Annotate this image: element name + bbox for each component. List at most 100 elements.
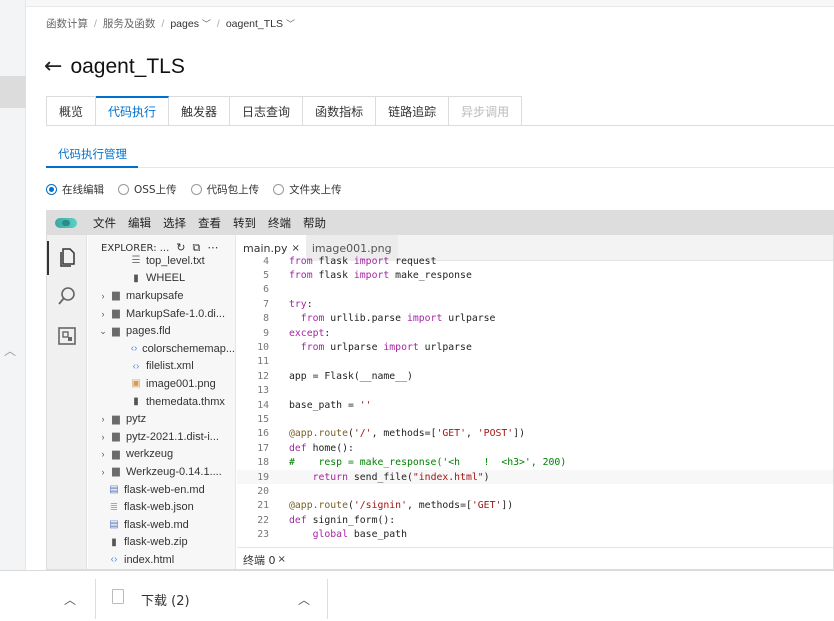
- downloads-label[interactable]: 下载 (2): [141, 590, 190, 609]
- search-icon[interactable]: [47, 279, 87, 313]
- breadcrumb-item-fc[interactable]: 函数计算: [46, 16, 88, 31]
- tab-logs[interactable]: 日志查询: [230, 96, 304, 126]
- divider: [95, 579, 96, 619]
- code-line[interactable]: 14 base_path = '': [237, 398, 833, 412]
- breadcrumb-item-services[interactable]: 服务及函数: [103, 16, 156, 31]
- tab-metrics[interactable]: 函数指标: [303, 96, 377, 126]
- tree-item[interactable]: ▮ WHEEL: [88, 270, 235, 288]
- tree-item[interactable]: ▮ flask-web.zip: [88, 534, 235, 552]
- code-text: except:: [289, 327, 331, 339]
- chevron-right-icon[interactable]: ›: [98, 449, 108, 459]
- code-line[interactable]: 20: [237, 484, 833, 498]
- tree-item[interactable]: ▤ flask-web-en.md: [88, 481, 235, 499]
- tree-item-label: pages.fld: [126, 325, 171, 338]
- chevron-up-icon[interactable]: ︿: [298, 591, 310, 608]
- chevron-right-icon[interactable]: ›: [98, 291, 108, 301]
- code-line[interactable]: 16 @app.route('/', methods=['GET', 'POST'…: [237, 427, 833, 441]
- chevron-up-icon[interactable]: ︿: [64, 591, 76, 608]
- tab-tracing[interactable]: 链路追踪: [376, 96, 450, 126]
- chevron-right-icon[interactable]: ›: [98, 414, 108, 424]
- breadcrumb-item-service: pages: [170, 18, 199, 30]
- menu-terminal[interactable]: 终端: [268, 215, 291, 231]
- chevron-down-icon[interactable]: ⌄: [98, 326, 108, 337]
- code-line[interactable]: 13: [237, 384, 833, 398]
- code-line[interactable]: 7 try:: [237, 297, 833, 311]
- page-title: oagent_TLS: [70, 55, 185, 78]
- chevron-right-icon[interactable]: ›: [98, 467, 108, 477]
- code-area[interactable]: 4 from flask import request 5 from flask im…: [237, 254, 833, 540]
- tree-item[interactable]: ⌄ ▆ pages.fld: [88, 322, 235, 340]
- code-line[interactable]: 19 return send_file("index.html"): [237, 469, 833, 485]
- close-icon[interactable]: ×: [291, 243, 299, 254]
- code-line[interactable]: 8 from urllib.parse import urlparse: [237, 312, 833, 326]
- collapse-all-icon[interactable]: ⧉: [193, 241, 201, 255]
- tree-item[interactable]: › ▆ werkzeug: [88, 446, 235, 464]
- tab-code[interactable]: 代码执行: [96, 96, 170, 126]
- code-line[interactable]: 21 @app.route('/signin', methods=['GET']): [237, 499, 833, 513]
- line-number: 9: [263, 327, 269, 339]
- tree-item[interactable]: › ▆ pytz: [88, 410, 235, 428]
- code-icon: ‹›: [130, 343, 138, 355]
- tree-item[interactable]: ‹› colorschememap...: [88, 340, 235, 358]
- line-number: 18: [257, 457, 269, 469]
- subtab-code-management[interactable]: 代码执行管理: [46, 146, 139, 166]
- chevron-right-icon[interactable]: ›: [98, 309, 108, 319]
- editor-tab-label: image001.png: [311, 241, 392, 255]
- tree-item[interactable]: ▮ themedata.thmx: [88, 393, 235, 411]
- code-line[interactable]: 5 from flask import make_response: [237, 268, 833, 282]
- chevron-right-icon[interactable]: ›: [98, 432, 108, 442]
- more-icon[interactable]: ⋯: [207, 241, 218, 255]
- refresh-icon[interactable]: ↻: [176, 241, 185, 255]
- chevron-up-icon[interactable]: ︿: [4, 342, 16, 359]
- tree-item[interactable]: › ▆ MarkupSafe-1.0.di...: [88, 305, 235, 323]
- menu-file[interactable]: 文件: [93, 215, 116, 231]
- code-line[interactable]: 10 from urlparse import urlparse: [237, 340, 833, 354]
- code-line[interactable]: 23 global base_path: [237, 527, 833, 540]
- code-line[interactable]: 4 from flask import request: [237, 254, 833, 268]
- terminal-panel-tab[interactable]: 终端 0 ×: [237, 547, 833, 569]
- back-arrow-icon[interactable]: ←: [44, 56, 62, 78]
- tab-overview[interactable]: 概览: [46, 96, 97, 126]
- tree-item[interactable]: › ▆ Werkzeug-0.14.1....: [88, 463, 235, 481]
- tree-item[interactable]: ‹› index.html: [88, 551, 235, 569]
- left-rail-selected-item[interactable]: [0, 76, 26, 108]
- menu-edit[interactable]: 编辑: [128, 215, 151, 231]
- files-icon[interactable]: [47, 241, 87, 275]
- tree-item[interactable]: ▤ flask-web.md: [88, 516, 235, 534]
- radio-folder-upload[interactable]: 文件夹上传: [273, 182, 342, 197]
- folder-icon: ▆: [112, 413, 120, 425]
- breadcrumb-service-dropdown[interactable]: pages ﹀: [170, 17, 211, 30]
- code-line[interactable]: 6: [237, 283, 833, 297]
- menu-goto[interactable]: 转到: [233, 215, 256, 231]
- tree-item[interactable]: ‹› filelist.xml: [88, 358, 235, 376]
- code-line[interactable]: 17 def home():: [237, 441, 833, 455]
- file-icon: [112, 589, 124, 604]
- folder-icon: ▆: [112, 308, 120, 320]
- tree-item[interactable]: ▣ image001.png: [88, 375, 235, 393]
- ide-menubar: 文件 编辑 选择 查看 转到 终端 帮助: [47, 211, 833, 235]
- menu-selection[interactable]: 选择: [163, 215, 186, 231]
- close-icon[interactable]: ×: [278, 554, 286, 565]
- code-line[interactable]: 9 except:: [237, 326, 833, 340]
- tree-item[interactable]: › ▆ markupsafe: [88, 287, 235, 305]
- code-line[interactable]: 12 app = Flask(__name__): [237, 369, 833, 383]
- extensions-icon[interactable]: [47, 319, 87, 353]
- menu-view[interactable]: 查看: [198, 215, 221, 231]
- radio-oss-upload[interactable]: OSS上传: [118, 182, 177, 197]
- radio-label: 代码包上传: [206, 184, 260, 196]
- tab-triggers[interactable]: 触发器: [169, 96, 231, 126]
- tree-item[interactable]: ≣ flask-web.json: [88, 498, 235, 516]
- code-line[interactable]: 15: [237, 412, 833, 426]
- code-line[interactable]: 11: [237, 355, 833, 369]
- code-line[interactable]: 22 def signin_form():: [237, 513, 833, 527]
- tree-item-label: flask-web.json: [124, 501, 194, 514]
- line-number: 23: [257, 529, 269, 540]
- menu-help[interactable]: 帮助: [303, 215, 326, 231]
- tree-item[interactable]: › ▆ pytz-2021.1.dist-i...: [88, 428, 235, 446]
- radio-online-edit[interactable]: 在线编辑: [46, 182, 104, 197]
- tree-item-label: werkzeug: [126, 448, 174, 461]
- code-line[interactable]: 18 # resp = make_response('<h ! <h3>', 20…: [237, 455, 833, 469]
- breadcrumb-function-dropdown[interactable]: oagent_TLS ﹀: [226, 17, 295, 30]
- radio-zip-upload[interactable]: 代码包上传: [190, 182, 260, 197]
- code-text: from urlparse import urlparse: [300, 342, 472, 354]
